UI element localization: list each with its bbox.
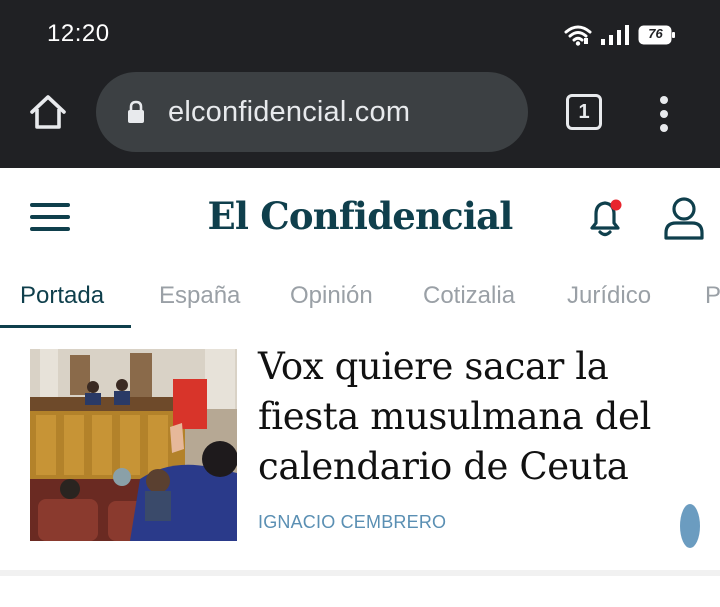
active-tab-indicator [0, 325, 131, 328]
address-bar[interactable]: elconfidencial.com [96, 72, 528, 152]
tabs-icon: 1 [566, 94, 602, 130]
article-headline[interactable]: Vox quiere sacar la fiesta musulmana del… [258, 342, 678, 492]
more-vert-icon [680, 504, 700, 548]
more-vert-icon [648, 92, 680, 136]
tab-portada[interactable]: Portada [20, 282, 104, 310]
home-icon [28, 92, 68, 137]
status-bar: 12:20 76 [0, 0, 720, 70]
tab-opinion[interactable]: Opinión [290, 282, 373, 310]
user-icon [662, 197, 706, 245]
tab-juridico[interactable]: Jurídico [567, 282, 651, 310]
article-author[interactable]: IGNACIO CEMBRERO [258, 512, 446, 533]
user-account-button[interactable] [662, 195, 706, 241]
section-tabs: Portada España Opinión Cotizalia Jurídic… [0, 268, 720, 330]
notifications-button[interactable] [584, 196, 626, 240]
article-card[interactable]: Vox quiere sacar la fiesta musulmana del… [0, 330, 720, 570]
tab-espana[interactable]: España [159, 282, 240, 310]
status-icons: 76 [564, 24, 676, 46]
tab-next-partial[interactable]: P [705, 282, 720, 310]
battery-icon: 76 [638, 24, 676, 46]
tab-switcher-button[interactable]: 1 [564, 92, 604, 132]
browser-menu-button[interactable] [648, 92, 680, 136]
home-button[interactable] [26, 92, 70, 136]
wifi-icon [564, 24, 592, 46]
url-text[interactable]: elconfidencial.com [168, 96, 410, 129]
article-options-button[interactable] [680, 504, 700, 548]
tab-count: 1 [578, 100, 590, 123]
signal-icon [600, 24, 630, 46]
status-time: 12:20 [47, 20, 110, 47]
tab-cotizalia[interactable]: Cotizalia [423, 282, 515, 310]
article-separator [0, 570, 720, 576]
site-header: El Confidencial [0, 168, 720, 268]
battery-level: 76 [648, 26, 663, 41]
lock-icon[interactable] [126, 100, 146, 124]
bell-icon [584, 199, 626, 244]
browser-toolbar: elconfidencial.com 1 [0, 70, 720, 168]
article-thumbnail[interactable] [30, 349, 237, 541]
